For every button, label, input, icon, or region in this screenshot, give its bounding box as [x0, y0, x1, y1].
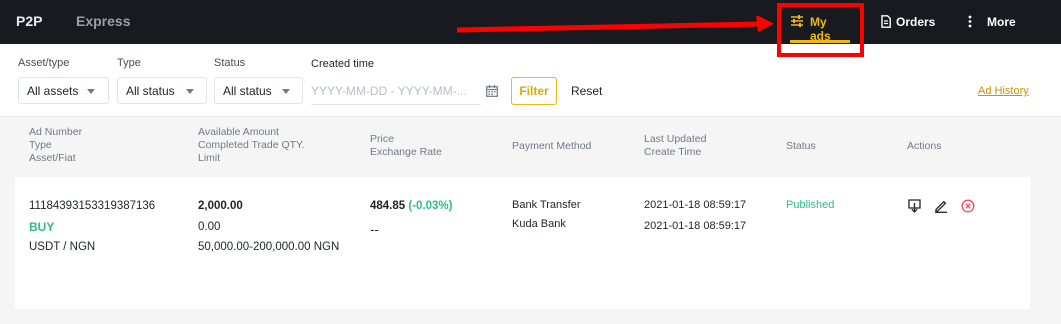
vertical-dots-icon: [968, 15, 972, 28]
nav-orders-label: Orders: [896, 15, 936, 29]
type-select[interactable]: All status: [117, 77, 207, 104]
header-ad-number: Ad Number: [29, 126, 83, 138]
ad-type: BUY: [29, 220, 55, 234]
header-payment-method: Payment Method: [512, 140, 592, 152]
header-actions: Actions: [907, 140, 942, 152]
header-status: Status: [786, 140, 816, 152]
header-completed-qty: Completed Trade QTY.: [198, 139, 305, 151]
type-value: All status: [126, 84, 175, 98]
nav-p2p[interactable]: P2P: [16, 13, 42, 29]
status-label: Status: [214, 57, 246, 69]
limit: 50,000.00-200,000.00 NGN: [198, 241, 340, 253]
exchange-rate: --: [370, 222, 379, 237]
header-exchange-rate: Exchange Rate: [370, 146, 442, 158]
header-limit: Limit: [198, 152, 221, 164]
reset-button[interactable]: Reset: [571, 84, 602, 98]
status-select[interactable]: All status: [214, 77, 303, 104]
create-time: 2021-01-18 08:59:17: [644, 220, 747, 232]
header-asset-fiat: Asset/Fiat: [29, 152, 76, 164]
asset-fiat: USDT / NGN: [29, 241, 96, 253]
created-time-label: Created time: [311, 58, 374, 70]
price-group: 484.85 (-0.03%): [370, 200, 453, 212]
asset-type-value: All assets: [27, 84, 79, 98]
filter-button[interactable]: Filter: [511, 77, 557, 105]
close-circle-icon[interactable]: [961, 199, 975, 213]
asset-type-select[interactable]: All assets: [18, 77, 109, 104]
header-create-time: Create Time: [644, 146, 702, 158]
price: 484.85: [370, 200, 406, 212]
last-updated: 2021-01-18 08:59:17: [644, 199, 747, 211]
nav-express[interactable]: Express: [76, 13, 130, 29]
status-value: All status: [223, 84, 272, 98]
chevron-down-icon: [282, 89, 290, 94]
header-price-group: Price Exchange Rate: [370, 133, 442, 159]
chevron-down-icon: [87, 89, 95, 94]
table-header: Ad Number Type Asset/Fiat Available Amou…: [0, 117, 1061, 177]
payment-method-1: Bank Transfer: [512, 199, 581, 211]
ad-number: 11184393153319387136: [29, 200, 156, 212]
edit-pencil-icon[interactable]: [934, 199, 948, 213]
available-amount: 2,000.00: [198, 200, 243, 212]
asset-type-label: Asset/type: [18, 57, 70, 69]
header-available-amount: Available Amount: [198, 126, 279, 138]
type-label: Type: [117, 57, 141, 69]
header-type: Type: [29, 139, 52, 151]
created-time-input[interactable]: [311, 78, 481, 105]
ad-history-link[interactable]: Ad History: [978, 85, 1029, 97]
download-icon[interactable]: [908, 199, 921, 213]
header-last-updated: Last Updated: [644, 133, 707, 145]
header-price: Price: [370, 133, 394, 145]
filter-bar: Asset/type All assets Type All status St…: [0, 44, 1061, 116]
created-time-range: [311, 78, 501, 105]
completed-qty: 0.00: [198, 221, 221, 233]
header-ad-number-group: Ad Number Type Asset/Fiat: [29, 126, 82, 165]
status-badge: Published: [786, 199, 835, 211]
header-time-group: Last Updated Create Time: [644, 133, 706, 159]
chevron-down-icon: [186, 89, 194, 94]
annotation-arrow: [456, 16, 774, 33]
annotation-highlight-box: [777, 3, 864, 57]
nav-more-label: More: [987, 15, 1016, 29]
price-change: (-0.03%): [408, 200, 453, 212]
payment-method-2: Kuda Bank: [512, 218, 566, 230]
calendar-icon[interactable]: [486, 85, 498, 97]
table-row: 11184393153319387136 BUY USDT / NGN 2,00…: [15, 177, 1030, 309]
document-icon: [881, 15, 891, 28]
header-amount-group: Available Amount Completed Trade QTY. Li…: [198, 126, 305, 165]
